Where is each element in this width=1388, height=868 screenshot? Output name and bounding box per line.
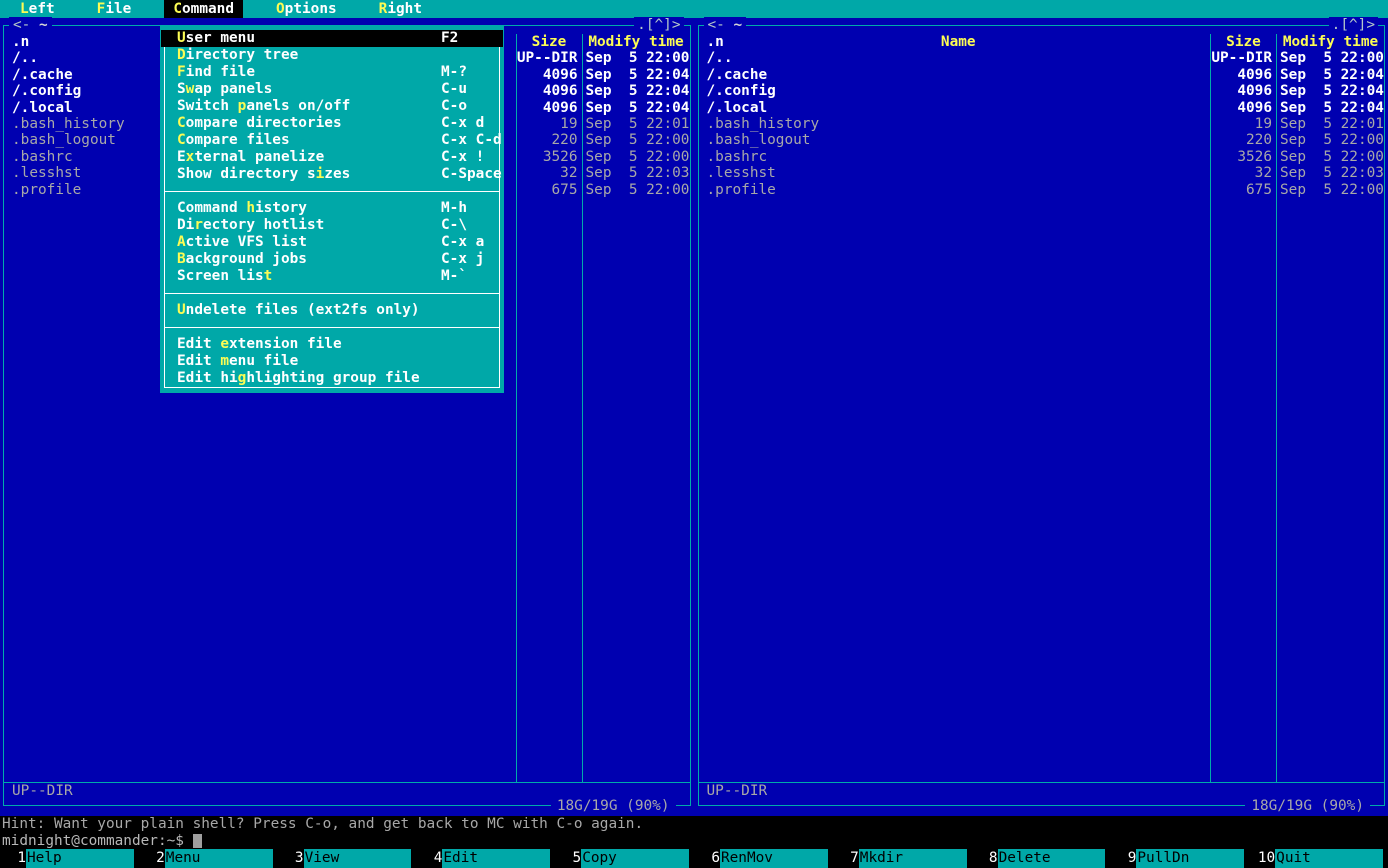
right-panel: <- ~ .[^]> .nName Size Modify time /..UP… [698,25,1386,806]
sort-indicator: .n [707,34,724,50]
hint-line: Hint: Want your plain shell? Press C-o, … [0,816,1388,833]
menu-item-external-panelize[interactable]: External panelizeC-x ! [165,149,499,166]
menu-item-show-directory-sizes[interactable]: Show directory sizesC-Space [165,166,499,183]
file-row[interactable]: /.cache4096Sep 5 22:04 [699,67,1385,83]
file-row[interactable]: /.local4096Sep 5 22:04 [699,100,1385,116]
history-back-icon[interactable]: <- [13,17,30,33]
menu-item-swap-panels[interactable]: Swap panelsC-u [165,81,499,98]
fkey-view[interactable]: 3View [278,849,417,868]
mini-status: UP--DIR [699,783,1385,799]
fkey-renmov[interactable]: 6RenMov [694,849,833,868]
menu-item-switch-panels[interactable]: Switch panels on/offC-o [165,98,499,115]
right-panel-controls[interactable]: .[^]> [1329,17,1378,33]
menu-command[interactable]: Command [164,0,243,18]
file-row[interactable]: /.config4096Sep 5 22:04 [699,83,1385,99]
menu-item-command-history[interactable]: Command historyM-h [165,200,499,217]
free-space: 18G/19G (90%) [551,798,676,814]
file-row[interactable]: .lesshst32Sep 5 22:03 [699,165,1385,181]
left-panel-path[interactable]: <- ~ [9,17,52,33]
file-row[interactable]: .profile675Sep 5 22:00 [699,182,1385,198]
menu-item-active-vfs-list[interactable]: Active VFS listC-x a [165,234,499,251]
menu-item-directory-tree[interactable]: Directory tree [165,47,499,64]
fkey-pulldn[interactable]: 9PullDn [1110,849,1249,868]
command-menu-dropdown: User menuF2 Directory tree Find fileM-? … [160,26,504,393]
command-line[interactable]: midnight@commander:~$ [0,833,1388,849]
column-name[interactable]: Name [707,34,1211,50]
panel-empty-space [699,198,1385,782]
free-space: 18G/19G (90%) [1245,798,1370,814]
fkey-menu[interactable]: 2Menu [139,849,278,868]
menu-right[interactable]: Right [370,0,431,18]
menu-item-screen-list[interactable]: Screen listM-` [165,268,499,285]
menu-item-edit-menu-file[interactable]: Edit menu file [165,353,499,370]
column-size[interactable]: Size [1210,34,1276,50]
menu-item-edit-highlighting-group-file[interactable]: Edit highlighting group file [165,370,499,387]
menu-separator [165,319,499,336]
file-row[interactable]: .bash_history19Sep 5 22:01 [699,116,1385,132]
file-row[interactable]: .bashrc3526Sep 5 22:00 [699,149,1385,165]
menu-file[interactable]: File [88,0,141,18]
midnight-commander-screen: Left File Command Options Right <- ~ .[^… [0,0,1388,868]
file-row[interactable]: /..UP--DIRSep 5 22:00 [699,50,1385,66]
menu-item-user-menu[interactable]: User menuF2 [161,30,503,47]
fkey-copy[interactable]: 5Copy [555,849,694,868]
menu-item-undelete-files[interactable]: Undelete files (ext2fs only) [165,302,499,319]
column-mtime[interactable]: Modify time [1276,34,1384,50]
menu-item-find-file[interactable]: Find fileM-? [165,64,499,81]
fkey-edit[interactable]: 4Edit [416,849,555,868]
menu-item-compare-files[interactable]: Compare filesC-x C-d [165,132,499,149]
menu-options[interactable]: Options [267,0,346,18]
cursor [193,834,202,848]
fkey-delete[interactable]: 8Delete [972,849,1111,868]
right-column-headers: .nName Size Modify time [699,34,1385,50]
left-panel-controls[interactable]: .[^]> [634,17,683,33]
sort-indicator: .n [12,34,29,50]
menu-separator [165,285,499,302]
column-mtime[interactable]: Modify time [582,34,690,50]
menu-item-directory-hotlist[interactable]: Directory hotlistC-\ [165,217,499,234]
fkey-help[interactable]: 1Help [0,849,139,868]
menu-left[interactable]: Left [11,0,64,18]
function-key-bar: 1Help 2Menu 3View 4Edit 5Copy 6RenMov 7M… [0,849,1388,868]
history-back-icon[interactable]: <- [708,17,725,33]
fkey-quit[interactable]: 10Quit [1249,849,1388,868]
menu-item-edit-extension-file[interactable]: Edit extension file [165,336,499,353]
fkey-mkdir[interactable]: 7Mkdir [833,849,972,868]
file-row[interactable]: .bash_logout220Sep 5 22:00 [699,132,1385,148]
mini-status: UP--DIR [4,783,690,799]
column-size[interactable]: Size [516,34,582,50]
right-panel-path[interactable]: <- ~ [704,17,747,33]
menu-bar: Left File Command Options Right [0,0,1388,18]
menu-separator [165,183,499,200]
menu-item-background-jobs[interactable]: Background jobsC-x j [165,251,499,268]
shell-prompt: midnight@commander:~$ [2,833,184,849]
menu-item-compare-directories[interactable]: Compare directoriesC-x d [165,115,499,132]
